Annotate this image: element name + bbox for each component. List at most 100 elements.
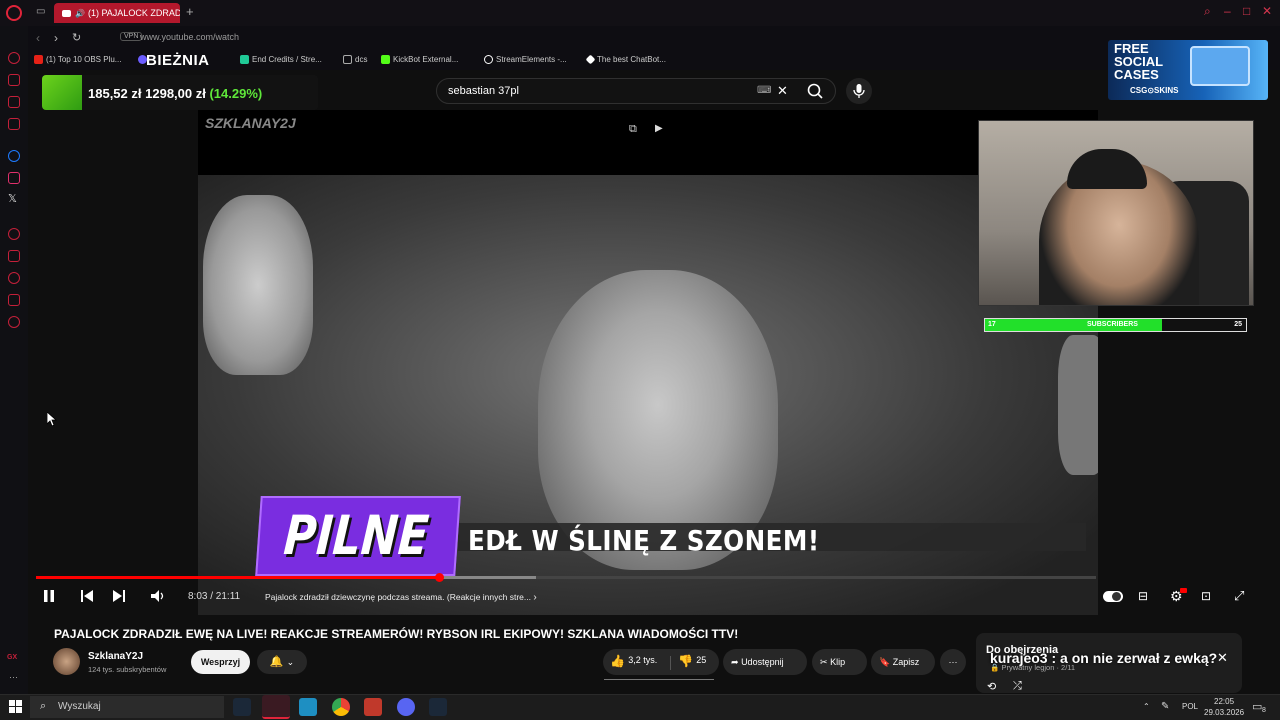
- skip-icon[interactable]: ▶: [655, 123, 663, 134]
- scrubber-handle[interactable]: [434, 573, 444, 582]
- keyboard-icon[interactable]: ⌨: [757, 85, 771, 96]
- bell-icon: 🔔: [269, 656, 284, 668]
- miniplayer-icon[interactable]: ⧉: [629, 123, 637, 136]
- stock-values: 185,52 zł 1298,00 zł (14.29%): [88, 86, 262, 101]
- theater-mode-icon[interactable]: ⊡: [1201, 589, 1211, 603]
- discord-icon[interactable]: [397, 698, 415, 716]
- bookmark-item[interactable]: End Credits / Stre...: [240, 55, 322, 65]
- notification-bell-button[interactable]: 🔔 ⌄: [257, 650, 307, 674]
- clock-date[interactable]: 29.03.2026: [1204, 708, 1244, 717]
- banner-text: EDŁ W ŚLINĘ Z SZONEM!: [468, 524, 820, 557]
- channel-name[interactable]: SzklanaY2J: [88, 651, 143, 662]
- search-input[interactable]: sebastian 37pl: [436, 78, 836, 104]
- reload-button[interactable]: ↻: [72, 31, 81, 44]
- search-button[interactable]: [800, 78, 836, 104]
- ad-line-3: CASES: [1114, 67, 1159, 82]
- gx-icon[interactable]: GX: [7, 654, 17, 661]
- autoplay-toggle[interactable]: [1103, 591, 1123, 602]
- case-icon: [1190, 46, 1250, 86]
- pen-icon[interactable]: ✎: [1161, 701, 1169, 712]
- save-button[interactable]: 🔖 Zapisz: [871, 649, 935, 675]
- lock-icon: 🔒: [990, 663, 1000, 672]
- clear-search-icon[interactable]: ✕: [777, 83, 788, 99]
- opera-logo-icon[interactable]: [6, 5, 22, 21]
- instagram-icon[interactable]: [8, 172, 20, 184]
- tray-arrow-icon[interactable]: ⌃: [1143, 702, 1150, 711]
- dislike-button[interactable]: 👎 25: [678, 654, 706, 668]
- notification-icon[interactable]: ▭: [1252, 700, 1262, 713]
- bookmark-item[interactable]: dcs: [343, 55, 367, 65]
- chevron-down-icon: ⌄: [286, 657, 295, 667]
- progress-played: [36, 576, 439, 579]
- extensions-icon[interactable]: [8, 294, 20, 306]
- playlist-info: 🔒 Prywatny legjon · 2/11: [990, 663, 1075, 672]
- settings-icon[interactable]: [8, 316, 20, 328]
- subscriber-count: 124 tys. subskrybentów: [88, 665, 167, 674]
- bookmark-item[interactable]: KickBot External...: [381, 55, 458, 65]
- new-tab-button[interactable]: +: [186, 4, 194, 19]
- progress-bar[interactable]: [36, 576, 1096, 579]
- video-hand-right: [1058, 335, 1098, 475]
- bookmark-label: StreamElements -...: [496, 55, 567, 64]
- channel-avatar[interactable]: [53, 648, 80, 675]
- history-icon[interactable]: [8, 272, 20, 284]
- app-taskbar-icon[interactable]: [299, 698, 317, 716]
- shuffle-icon[interactable]: ⤮: [1013, 680, 1022, 693]
- speaker-icon[interactable]: 🔊: [75, 9, 85, 18]
- bookmark-item[interactable]: The best ChatBot...: [585, 54, 666, 65]
- more-actions-button[interactable]: ···: [940, 649, 966, 675]
- subtitles-icon[interactable]: ⊟: [1138, 589, 1148, 603]
- twitch-icon[interactable]: [8, 96, 20, 108]
- x-twitter-icon[interactable]: 𝕏: [8, 192, 17, 205]
- biezna-label: BIEŻNIA: [146, 52, 210, 69]
- opera-gx-taskbar-icon[interactable]: [262, 695, 290, 719]
- forward-button[interactable]: ›: [54, 31, 58, 45]
- fullscreen-icon[interactable]: ⤢: [1234, 588, 1244, 604]
- tab-youtube[interactable]: 🔊 (1) PAJALOCK ZDRADZ: [54, 3, 180, 23]
- like-count: 3,2 tys.: [628, 655, 658, 665]
- steam-icon[interactable]: [233, 698, 251, 716]
- windows-start-icon[interactable]: [9, 700, 22, 718]
- video-hand: [203, 195, 313, 375]
- next-button[interactable]: [112, 589, 126, 606]
- loop-icon[interactable]: ⟲: [987, 680, 996, 693]
- chapter-text: Pajalock zdradził dziewczynę podczas str…: [265, 592, 531, 602]
- share-button[interactable]: ➦ Udostępnij: [723, 649, 807, 675]
- taskbar-search-placeholder: Wyszukaj: [58, 701, 101, 712]
- notification-count: 8: [1262, 707, 1266, 714]
- volume-button[interactable]: [150, 589, 168, 606]
- voice-search-button[interactable]: [846, 78, 872, 104]
- player-icon[interactable]: [8, 228, 20, 240]
- lang-indicator[interactable]: POL: [1182, 702, 1198, 711]
- bookmark-item[interactable]: StreamElements -...: [484, 55, 567, 65]
- close-button[interactable]: ✕: [1262, 4, 1272, 18]
- chrome-icon[interactable]: [332, 698, 350, 716]
- messenger-icon[interactable]: [8, 150, 20, 162]
- like-button[interactable]: 👍 3,2 tys.: [610, 654, 657, 668]
- minimize-button[interactable]: –: [1224, 4, 1231, 18]
- maximize-button[interactable]: □: [1243, 4, 1250, 18]
- end-credits-icon: [240, 55, 249, 65]
- tab-manager-icon[interactable]: ▭: [36, 6, 45, 17]
- clip-button[interactable]: ✂ Klip: [812, 649, 867, 675]
- sub-start: 17: [988, 321, 996, 328]
- pause-button[interactable]: [42, 589, 56, 606]
- speed-dial-icon[interactable]: [8, 52, 20, 64]
- music-icon[interactable]: [8, 118, 20, 130]
- clock-time[interactable]: 22:05: [1214, 697, 1234, 706]
- microphone-icon: [853, 84, 865, 98]
- support-button[interactable]: Wesprzyj: [191, 650, 250, 674]
- taskbar-search[interactable]: Wyszukaj: [30, 696, 224, 718]
- chapter-title[interactable]: Pajalock zdradził dziewczynę podczas str…: [265, 592, 537, 603]
- shopping-icon[interactable]: [8, 74, 20, 86]
- previous-button[interactable]: [80, 589, 94, 606]
- close-up-next-icon[interactable]: ✕: [1217, 650, 1228, 666]
- bookmark-item[interactable]: (1) Top 10 OBS Plu...: [34, 55, 121, 65]
- search-tabs-icon[interactable]: ⌕: [1204, 4, 1211, 19]
- steam-2-icon[interactable]: [429, 698, 447, 716]
- more-icon[interactable]: ···: [9, 672, 18, 682]
- voicemeeter-icon[interactable]: [364, 698, 382, 716]
- wallet-icon[interactable]: [8, 250, 20, 262]
- back-button[interactable]: ‹: [36, 31, 40, 45]
- url-field[interactable]: www.youtube.com/watch: [140, 32, 239, 42]
